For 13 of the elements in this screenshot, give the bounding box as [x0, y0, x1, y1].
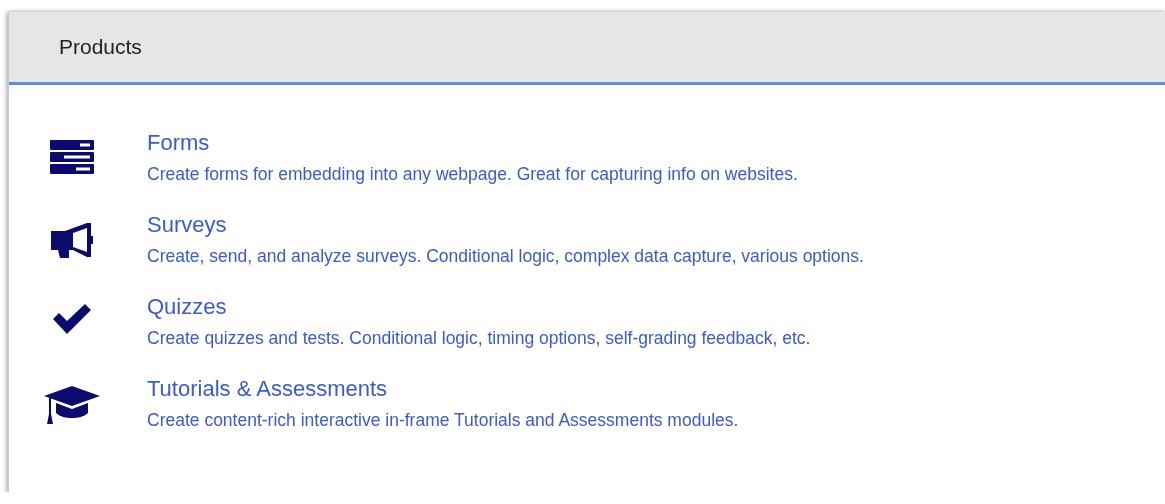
product-description: Create, send, and analyze surveys. Conditional logic, complex data capture, various options.: [147, 245, 864, 267]
panel-title: Products: [59, 35, 142, 59]
product-description: Create quizzes and tests. Conditional logic, timing options, self-grading feedback, etc.: [147, 327, 811, 349]
product-link[interactable]: Forms: [147, 130, 210, 156]
megaphone-icon: [51, 222, 93, 258]
product-link[interactable]: Tutorials & Assessments: [147, 376, 388, 402]
list-icon: [50, 140, 94, 174]
product-description: Create content-rich interactive in-frame Tutorials and Assessments modules.: [147, 409, 739, 431]
product-link[interactable]: Surveys: [147, 212, 227, 238]
checkmark-icon: [53, 304, 91, 334]
product-description: Create forms for embedding into any webpage. Great for capturing info on websites.: [147, 163, 798, 185]
graduation-cap-icon: [44, 386, 100, 424]
product-link[interactable]: Quizzes: [147, 294, 227, 320]
